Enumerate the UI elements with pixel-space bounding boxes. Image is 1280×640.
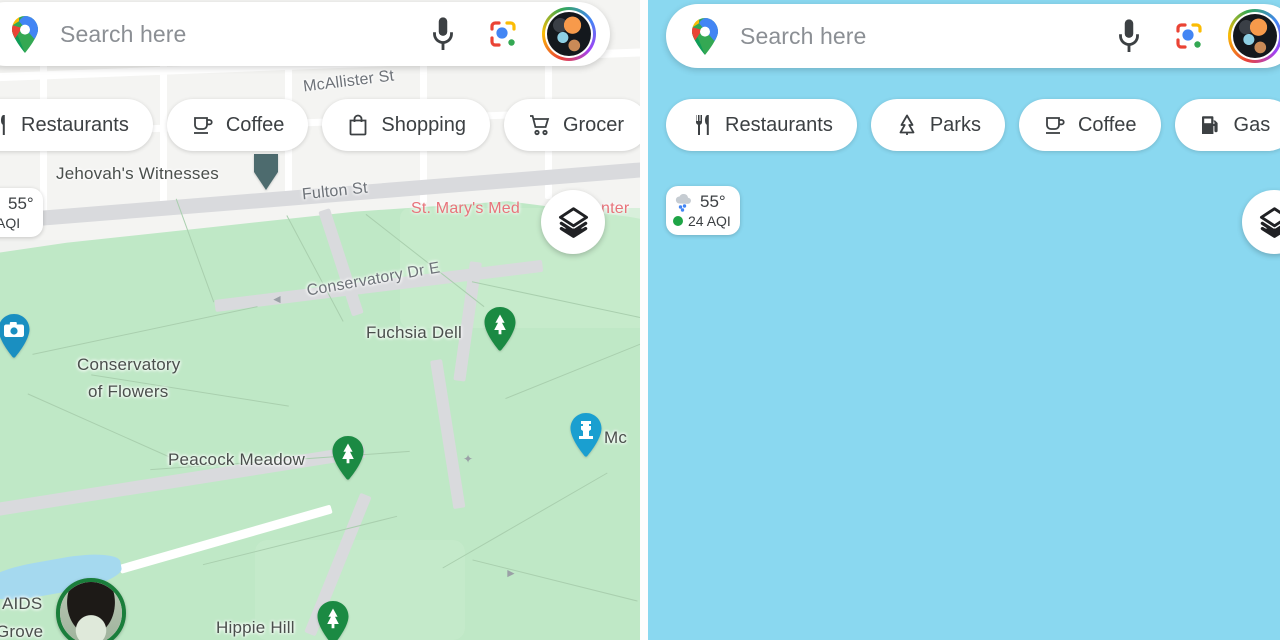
monument-pin[interactable] bbox=[568, 412, 604, 458]
avatar-photo bbox=[1233, 14, 1277, 58]
hippie-hill-pin[interactable] bbox=[315, 600, 351, 640]
search-bar[interactable]: Search here bbox=[0, 2, 610, 66]
tree-pin-icon bbox=[332, 436, 364, 480]
coffee-cup-icon bbox=[193, 117, 213, 134]
map-panel-right: Search here Restaurants Parks Coffee Gas… bbox=[648, 0, 1280, 640]
google-lens-icon[interactable] bbox=[1172, 19, 1206, 53]
screenshot-root: McAllister St Jehovah's Witnesses Fulton… bbox=[0, 0, 1280, 640]
saved-place-avatar[interactable] bbox=[56, 578, 126, 640]
rain-cloud-icon bbox=[0, 194, 3, 214]
category-chip-row: Restaurants Coffee Shopping Grocer bbox=[0, 99, 640, 151]
aqi-value: 24 AQI bbox=[688, 213, 731, 229]
chip-label: Shopping bbox=[381, 114, 466, 136]
restaurant-fork-knife-icon bbox=[1, 115, 5, 135]
chip-label: Restaurants bbox=[21, 114, 129, 136]
google-lens-icon[interactable] bbox=[486, 17, 520, 51]
coffee-cup-icon bbox=[1045, 117, 1065, 134]
aqi-value: AQI bbox=[0, 215, 21, 231]
map-layers-icon bbox=[1259, 206, 1280, 238]
chip-coffee[interactable]: Coffee bbox=[1018, 99, 1161, 151]
chip-gas[interactable]: Gas bbox=[1174, 99, 1280, 151]
search-bar[interactable]: Search here bbox=[666, 4, 1280, 68]
chip-label: Parks bbox=[929, 114, 981, 136]
chip-label: Coffee bbox=[225, 114, 285, 136]
tree-icon bbox=[899, 114, 915, 135]
monument-pin-icon bbox=[570, 413, 602, 457]
chip-restaurants[interactable]: Restaurants bbox=[0, 99, 153, 151]
road-direction-arrow: ✦ bbox=[463, 452, 474, 466]
tree-pin-icon bbox=[484, 307, 516, 351]
photo-spot-pin[interactable] bbox=[0, 313, 32, 359]
account-avatar[interactable] bbox=[1228, 9, 1280, 63]
category-chip-row: Restaurants Parks Coffee Gas bbox=[666, 99, 1280, 151]
avatar-photo bbox=[547, 12, 591, 56]
restaurant-fork-knife-icon bbox=[696, 115, 709, 135]
peacock-meadow-pin[interactable] bbox=[330, 435, 366, 481]
chip-label: Restaurants bbox=[725, 114, 833, 136]
weather-temperature: 55° bbox=[8, 194, 34, 213]
weather-aqi-chip[interactable]: 55° AQI bbox=[0, 188, 43, 237]
transit-arrow-icon bbox=[250, 152, 282, 194]
chip-label: Coffee bbox=[1077, 114, 1137, 136]
road-direction-arrow: ► bbox=[505, 566, 517, 580]
weather-temperature: 55° bbox=[700, 192, 726, 211]
weather-aqi-chip[interactable]: 55° 24 AQI bbox=[666, 186, 740, 235]
map-canvas-right[interactable] bbox=[648, 0, 1280, 640]
avatar-photo bbox=[60, 582, 122, 640]
google-maps-pin-icon bbox=[688, 16, 722, 56]
map-layers-icon bbox=[558, 206, 588, 238]
search-input[interactable]: Search here bbox=[740, 23, 1112, 50]
shopping-bag-icon bbox=[350, 114, 367, 136]
chip-label: Grocer bbox=[562, 114, 625, 136]
microphone-icon[interactable] bbox=[426, 15, 460, 53]
chip-label: Gas bbox=[1233, 114, 1271, 136]
rain-cloud-icon bbox=[673, 192, 695, 212]
map-layers-button[interactable] bbox=[541, 190, 605, 254]
tree-pin-icon bbox=[317, 601, 349, 640]
microphone-icon[interactable] bbox=[1112, 17, 1146, 55]
chip-coffee[interactable]: Coffee bbox=[166, 99, 309, 151]
aqi-status-dot bbox=[673, 216, 683, 226]
chip-parks[interactable]: Parks bbox=[870, 99, 1005, 151]
map-panel-left: McAllister St Jehovah's Witnesses Fulton… bbox=[0, 0, 640, 640]
gas-pump-icon bbox=[1201, 116, 1218, 134]
chip-groceries[interactable]: Grocer bbox=[503, 99, 640, 151]
fuchsia-dell-pin[interactable] bbox=[482, 306, 518, 352]
google-maps-pin-icon bbox=[8, 14, 42, 54]
search-input[interactable]: Search here bbox=[60, 21, 426, 48]
shopping-cart-icon bbox=[529, 115, 550, 136]
panel-divider bbox=[640, 0, 648, 640]
chip-restaurants[interactable]: Restaurants bbox=[666, 99, 857, 151]
account-avatar[interactable] bbox=[542, 7, 596, 61]
chip-shopping[interactable]: Shopping bbox=[322, 99, 490, 151]
map-canvas-left[interactable]: McAllister St Jehovah's Witnesses Fulton… bbox=[0, 0, 640, 640]
road-direction-arrow: ◄ bbox=[271, 292, 283, 306]
camera-pin-icon bbox=[0, 314, 30, 358]
